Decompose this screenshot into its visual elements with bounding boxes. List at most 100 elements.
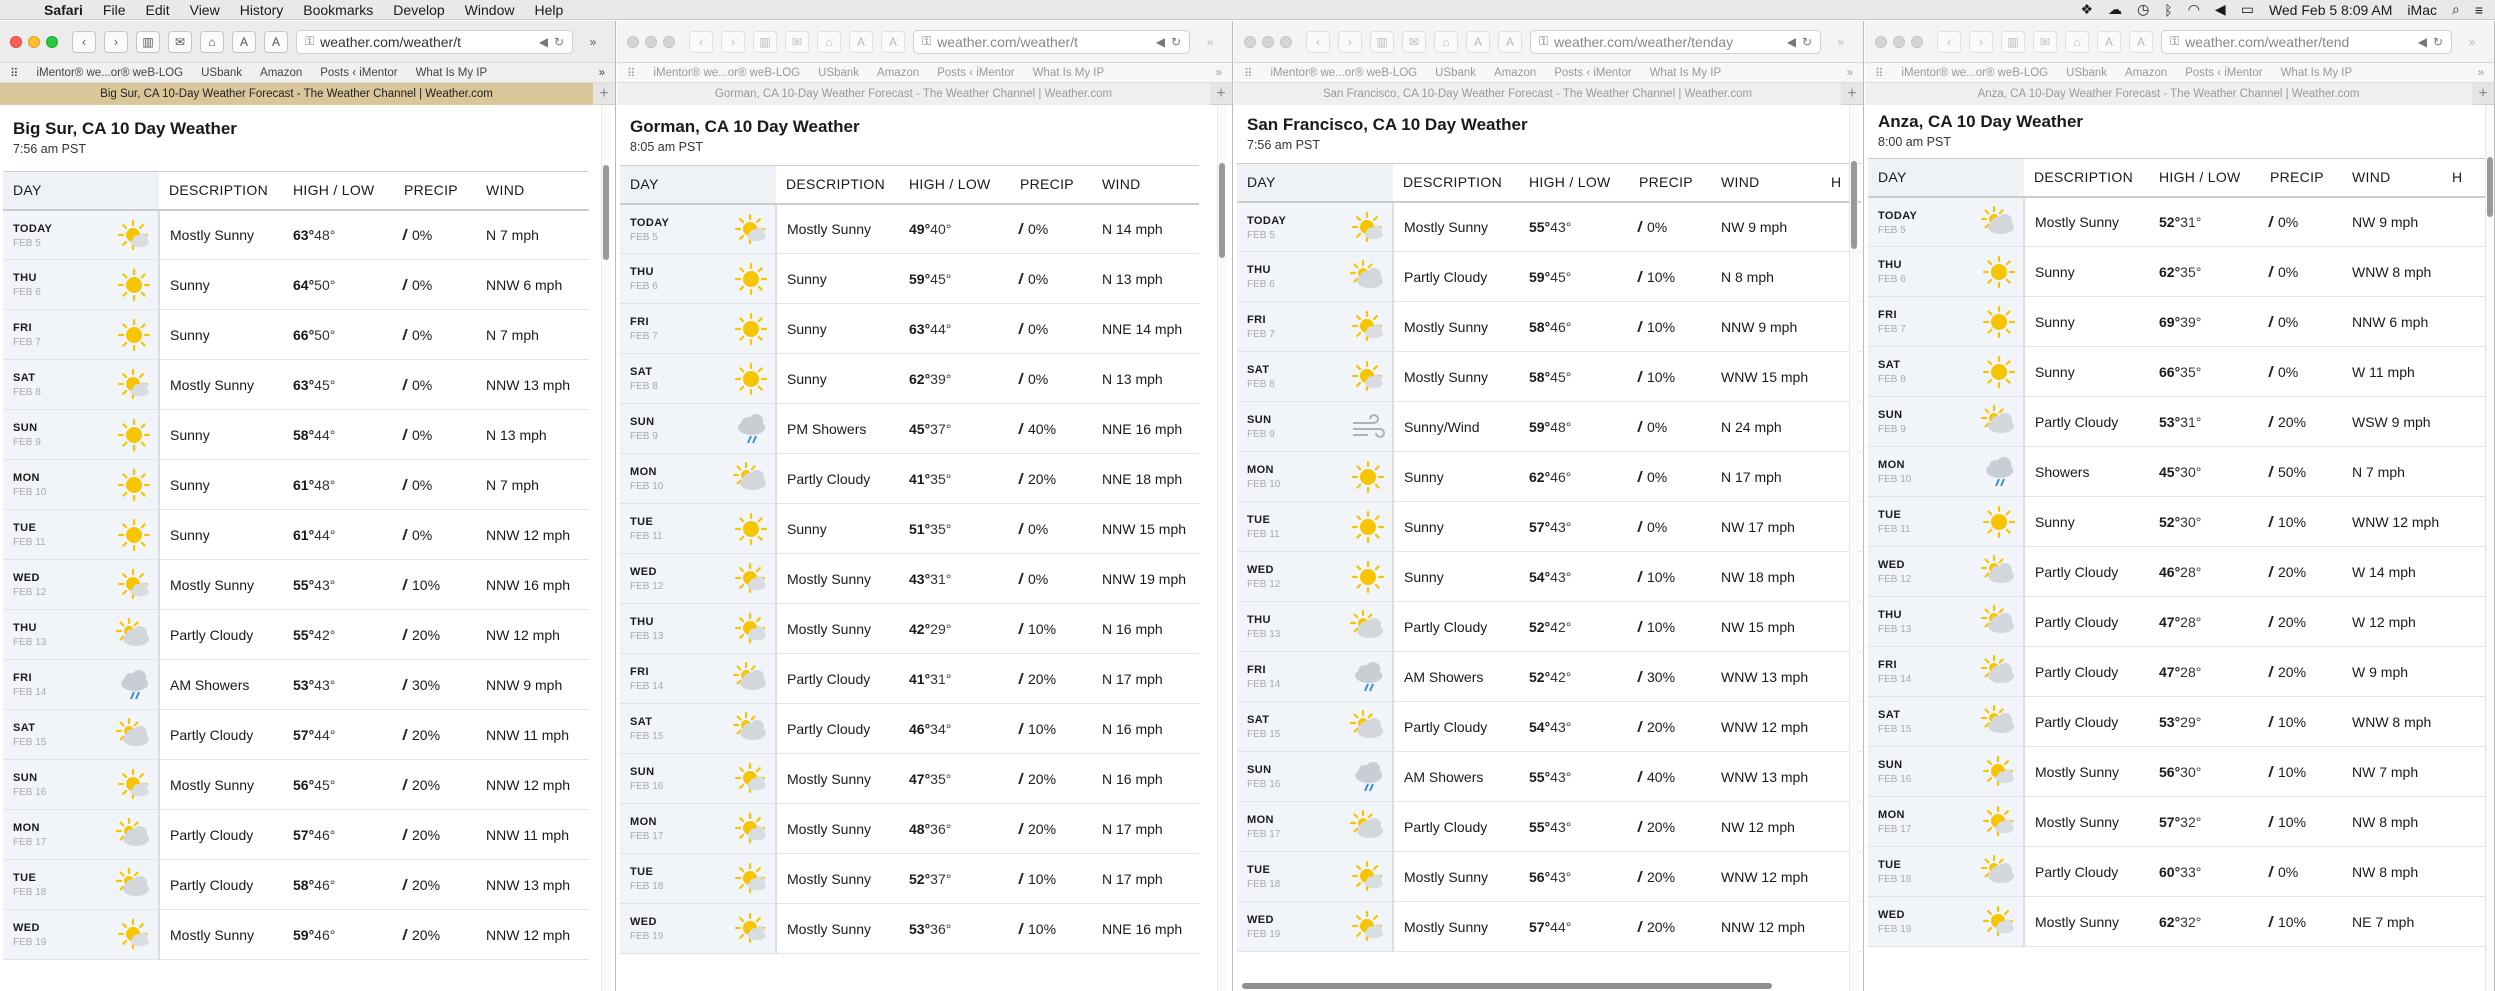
back-button[interactable]: ‹ <box>1937 30 1961 53</box>
vertical-scrollbar[interactable] <box>1849 105 1858 991</box>
table-row[interactable]: MON FEB 10 Showers 45°30° 50% N 7 mph <box>1868 446 2492 497</box>
bookmark-item[interactable]: Amazon <box>2125 67 2167 79</box>
vertical-scrollbar[interactable] <box>1217 105 1226 991</box>
bookmark-item[interactable]: iMentor® we...or® weB-LOG <box>1270 67 1417 79</box>
search-icon[interactable]: ⌕ <box>2452 1 2460 18</box>
chevron-right-icon[interactable]: » <box>581 31 605 53</box>
table-row[interactable]: WED FEB 12 Mostly Sunny 55°43° 10% NNW 1… <box>3 559 589 610</box>
address-bar[interactable]: ⚿ weather.com/weather/t ◀ ↻ <box>296 29 573 54</box>
text-larger-button[interactable]: A <box>2129 30 2153 53</box>
battery-icon[interactable]: ▭ <box>2241 1 2254 18</box>
dropbox-icon[interactable]: ❖ <box>2081 1 2094 18</box>
menu-help[interactable]: Help <box>524 2 573 18</box>
chevron-right-icon[interactable]: » <box>2478 67 2484 79</box>
close-window-icon[interactable] <box>1244 35 1256 48</box>
chevron-right-icon[interactable]: » <box>1198 31 1222 53</box>
address-bar[interactable]: ⚿ weather.com/weather/t ◀ ↻ <box>913 29 1190 54</box>
table-row[interactable]: MON FEB 17 Partly Cloudy 57°46° 20% NNW … <box>3 809 589 860</box>
table-row[interactable]: TUE FEB 18 Mostly Sunny 56°43° 20% WNW 1… <box>1237 851 1861 902</box>
table-row[interactable]: SUN FEB 9 Sunny 58°44° 0% N 13 mph <box>3 409 589 460</box>
bookmark-item[interactable]: USbank <box>2066 67 2107 79</box>
table-row[interactable]: SUN FEB 9 PM Showers 45°37° 40% NNE 16 m… <box>620 403 1199 454</box>
bookmark-item[interactable]: Amazon <box>260 67 302 79</box>
menu-file[interactable]: File <box>93 2 136 18</box>
text-larger-button[interactable]: A <box>1498 30 1522 53</box>
home-icon[interactable]: ⌂ <box>817 30 841 53</box>
table-row[interactable]: WED FEB 19 Mostly Sunny 59°46° 20% NNW 1… <box>3 909 589 960</box>
new-tab-icon[interactable]: + <box>1841 85 1863 103</box>
table-row[interactable]: THU FEB 6 Partly Cloudy 59°45° 10% N 8 m… <box>1237 251 1861 302</box>
table-row[interactable]: THU FEB 6 Sunny 59°45° 0% N 13 mph <box>620 253 1199 304</box>
table-row[interactable]: MON FEB 10 Sunny 62°46° 0% N 17 mph <box>1237 451 1861 502</box>
bookmark-item[interactable]: Amazon <box>1494 67 1536 79</box>
bookmarks-grid-icon[interactable]: ⠿ <box>10 66 18 80</box>
table-row[interactable]: TODAY FEB 5 Mostly Sunny 52°31° 0% NW 9 … <box>1868 196 2492 247</box>
home-icon[interactable]: ⌂ <box>1434 30 1458 53</box>
text-smaller-button[interactable]: A <box>232 30 256 53</box>
menubar-clock[interactable]: Wed Feb 5 8:09 AM <box>2269 2 2392 18</box>
sidebar-toggle-icon[interactable]: ▥ <box>753 30 777 53</box>
table-row[interactable]: FRI FEB 14 AM Showers 52°42° 30% WNW 13 … <box>1237 651 1861 702</box>
mail-icon[interactable]: ✉ <box>1402 30 1426 53</box>
table-row[interactable]: FRI FEB 7 Sunny 66°50° 0% N 7 mph <box>3 309 589 360</box>
forward-button[interactable]: › <box>721 30 745 53</box>
audio-icon[interactable]: ◀ <box>2418 35 2427 49</box>
table-row[interactable]: THU FEB 13 Partly Cloudy 52°42° 10% NW 1… <box>1237 601 1861 652</box>
sidebar-toggle-icon[interactable]: ▥ <box>136 30 160 53</box>
mail-icon[interactable]: ✉ <box>2033 30 2057 53</box>
volume-icon[interactable]: ◀ <box>2215 1 2226 18</box>
menu-view[interactable]: View <box>180 2 230 18</box>
table-row[interactable]: TODAY FEB 5 Mostly Sunny 49°40° 0% N 14 … <box>620 203 1199 254</box>
table-row[interactable]: THU FEB 6 Sunny 62°35° 0% WNW 8 mph <box>1868 246 2492 297</box>
tab-current[interactable]: Anza, CA 10-Day Weather Forecast - The W… <box>1865 82 2472 105</box>
scrollbar-thumb[interactable] <box>1219 163 1225 258</box>
reload-icon[interactable]: ↻ <box>1171 35 1181 49</box>
table-row[interactable]: SAT FEB 15 Partly Cloudy 46°34° 10% N 16… <box>620 703 1199 754</box>
bookmark-item[interactable]: iMentor® we...or® weB-LOG <box>36 67 183 79</box>
table-row[interactable]: TUE FEB 18 Partly Cloudy 58°46° 20% NNW … <box>3 859 589 910</box>
text-smaller-button[interactable]: A <box>2097 30 2121 53</box>
table-row[interactable]: FRI FEB 7 Sunny 63°44° 0% NNE 14 mph <box>620 303 1199 354</box>
table-row[interactable]: THU FEB 6 Sunny 64°50° 0% NNW 6 mph <box>3 259 589 310</box>
zoom-window-icon[interactable] <box>46 35 58 48</box>
table-row[interactable]: TUE FEB 11 Sunny 61°44° 0% NNW 12 mph <box>3 509 589 560</box>
home-icon[interactable]: ⌂ <box>200 30 224 53</box>
reload-icon[interactable]: ↻ <box>554 35 564 49</box>
text-smaller-button[interactable]: A <box>849 30 873 53</box>
table-row[interactable]: THU FEB 13 Mostly Sunny 42°29° 10% N 16 … <box>620 603 1199 654</box>
zoom-window-icon[interactable] <box>1280 35 1292 48</box>
table-row[interactable]: WED FEB 12 Sunny 54°43° 10% NW 18 mph <box>1237 551 1861 602</box>
wifi-icon[interactable]: ◠ <box>2188 1 2200 18</box>
address-bar[interactable]: ⚿ weather.com/weather/tenday ◀ ↻ <box>1530 29 1821 54</box>
bookmark-item[interactable]: Posts ‹ iMentor <box>320 67 397 79</box>
mail-icon[interactable]: ✉ <box>168 30 192 53</box>
sidebar-toggle-icon[interactable]: ▥ <box>1370 30 1394 53</box>
table-row[interactable]: SAT FEB 15 Partly Cloudy 53°29° 10% WNW … <box>1868 696 2492 747</box>
zoom-window-icon[interactable] <box>663 35 675 48</box>
bookmark-item[interactable]: Posts ‹ iMentor <box>1554 67 1631 79</box>
home-icon[interactable]: ⌂ <box>2065 30 2089 53</box>
close-window-icon[interactable] <box>10 35 22 48</box>
table-row[interactable]: THU FEB 13 Partly Cloudy 55°42° 20% NW 1… <box>3 609 589 660</box>
bookmark-item[interactable]: USbank <box>1435 67 1476 79</box>
menu-develop[interactable]: Develop <box>383 2 454 18</box>
table-row[interactable]: SAT FEB 8 Sunny 62°39° 0% N 13 mph <box>620 353 1199 404</box>
bluetooth-icon[interactable]: ᛒ <box>2164 2 2172 18</box>
table-row[interactable]: SUN FEB 9 Sunny/Wind 59°48° 0% N 24 mph <box>1237 401 1861 452</box>
table-row[interactable]: MON FEB 10 Partly Cloudy 41°35° 20% NNE … <box>620 453 1199 504</box>
reload-icon[interactable]: ↻ <box>1802 35 1812 49</box>
bookmark-item[interactable]: What Is My IP <box>1650 67 1722 79</box>
scrollbar-thumb[interactable] <box>1851 161 1857 249</box>
bookmark-item[interactable]: USbank <box>818 67 859 79</box>
bookmarks-grid-icon[interactable]: ⠿ <box>1244 66 1252 80</box>
bookmark-item[interactable]: What Is My IP <box>416 67 488 79</box>
table-row[interactable]: MON FEB 17 Partly Cloudy 55°43° 20% NW 1… <box>1237 801 1861 852</box>
menu-bookmarks[interactable]: Bookmarks <box>293 2 383 18</box>
mail-icon[interactable]: ✉ <box>785 30 809 53</box>
table-row[interactable]: WED FEB 19 Mostly Sunny 57°44° 20% NNW 1… <box>1237 901 1861 952</box>
vertical-scrollbar[interactable] <box>601 105 610 991</box>
reload-icon[interactable]: ↻ <box>2433 35 2443 49</box>
bookmark-item[interactable]: Posts ‹ iMentor <box>2185 67 2262 79</box>
chevron-right-icon[interactable]: » <box>1829 31 1853 53</box>
table-row[interactable]: WED FEB 12 Partly Cloudy 46°28° 20% W 14… <box>1868 546 2492 597</box>
